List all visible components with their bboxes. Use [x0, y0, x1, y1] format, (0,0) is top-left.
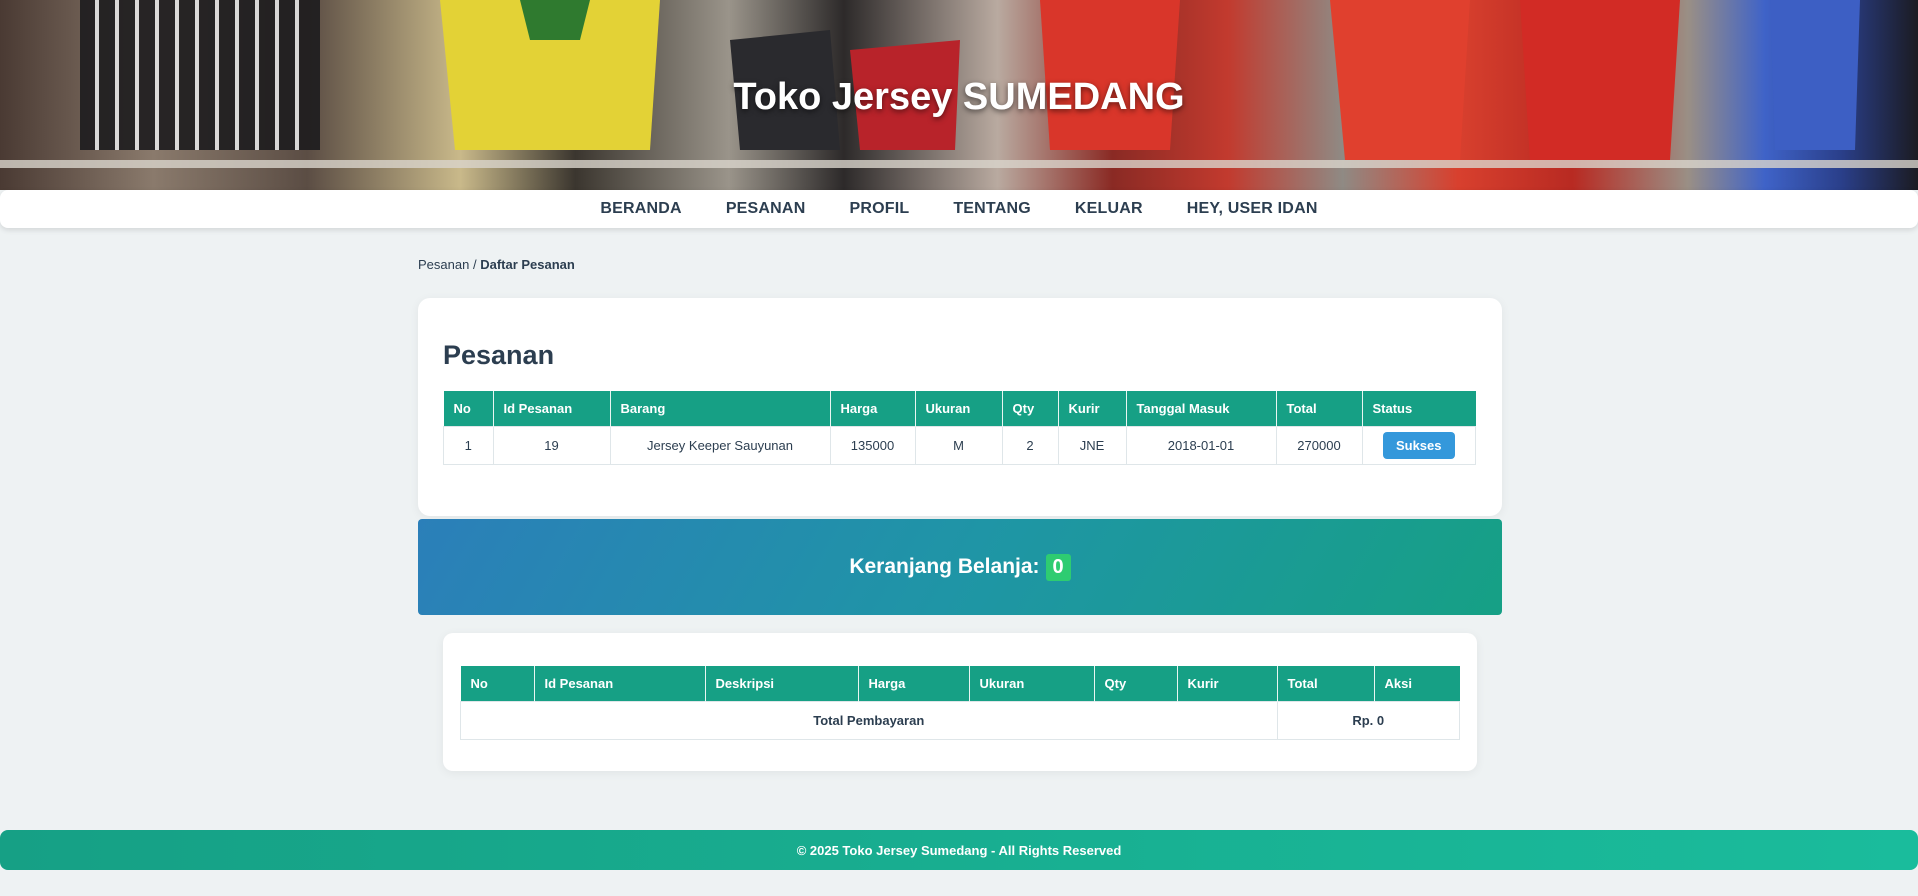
- col-qty: Qty: [1002, 391, 1059, 427]
- hero-banner: Toko Jersey SUMEDANG: [0, 0, 1918, 190]
- cart-header-row: No Id Pesanan Deskripsi Harga Ukuran Qty…: [460, 666, 1460, 702]
- nav-keluar[interactable]: KELUAR: [1053, 200, 1165, 218]
- orders-card: Pesanan No Id Pesanan Barang Harga Ukura…: [418, 298, 1502, 516]
- footer-copyright: © 2025 Toko Jersey Sumedang - All Rights…: [796, 842, 1122, 858]
- status-sukses-button[interactable]: Sukses: [1382, 432, 1455, 459]
- cart-col-total: Total: [1277, 666, 1375, 702]
- col-ukuran: Ukuran: [915, 391, 1003, 427]
- cart-count-badge: 0: [1045, 553, 1071, 581]
- col-id-pesanan: Id Pesanan: [493, 391, 611, 427]
- breadcrumb-pesanan[interactable]: Pesanan: [418, 257, 469, 272]
- cell-status: Sukses: [1361, 426, 1476, 465]
- cell-no: 1: [443, 426, 494, 465]
- footer: © 2025 Toko Jersey Sumedang - All Rights…: [0, 830, 1918, 870]
- col-total: Total: [1276, 391, 1363, 427]
- cart-col-qty: Qty: [1094, 666, 1178, 702]
- col-kurir: Kurir: [1058, 391, 1127, 427]
- col-barang: Barang: [610, 391, 831, 427]
- orders-header-row: No Id Pesanan Barang Harga Ukuran Qty Ku…: [443, 391, 1476, 427]
- cell-kurir: JNE: [1057, 426, 1127, 465]
- nav-profil[interactable]: PROFIL: [827, 200, 931, 218]
- page-title: Pesanan: [443, 340, 555, 370]
- cart-label: Keranjang Belanja:: [849, 555, 1040, 578]
- main-navbar: BERANDA PESANAN PROFIL TENTANG KELUAR HE…: [0, 190, 1918, 228]
- cart-col-ukuran: Ukuran: [969, 666, 1095, 702]
- nav-tentang[interactable]: TENTANG: [931, 200, 1053, 218]
- cart-banner: Keranjang Belanja: 0: [418, 519, 1502, 615]
- site-title: Toko Jersey SUMEDANG: [733, 76, 1185, 118]
- cart-col-id-pesanan: Id Pesanan: [534, 666, 706, 702]
- cart-col-kurir: Kurir: [1177, 666, 1278, 702]
- cart-col-aksi: Aksi: [1374, 666, 1460, 702]
- cell-barang: Jersey Keeper Sauyunan: [609, 426, 831, 465]
- orders-table: No Id Pesanan Barang Harga Ukuran Qty Ku…: [443, 391, 1476, 465]
- cell-ukuran: M: [914, 426, 1003, 465]
- total-pembayaran-value: Rp. 0: [1276, 701, 1460, 740]
- cart-col-harga: Harga: [858, 666, 970, 702]
- breadcrumb-current: Daftar Pesanan: [480, 257, 575, 272]
- col-tanggal-masuk: Tanggal Masuk: [1126, 391, 1277, 427]
- col-harga: Harga: [830, 391, 916, 427]
- total-row: Total Pembayaran Rp. 0: [460, 701, 1460, 740]
- cart-col-no: No: [460, 666, 535, 702]
- cell-harga: 135000: [829, 426, 916, 465]
- cell-total: 270000: [1275, 426, 1363, 465]
- total-pembayaran-label: Total Pembayaran: [460, 701, 1278, 740]
- col-status: Status: [1362, 391, 1476, 427]
- cell-tanggal: 2018-01-01: [1125, 426, 1277, 465]
- cart-table: No Id Pesanan Deskripsi Harga Ukuran Qty…: [460, 666, 1460, 740]
- nav-pesanan[interactable]: PESANAN: [704, 200, 828, 218]
- cell-qty: 2: [1001, 426, 1059, 465]
- nav-beranda[interactable]: BERANDA: [578, 200, 703, 218]
- cart-card: No Id Pesanan Deskripsi Harga Ukuran Qty…: [443, 633, 1477, 771]
- table-row: 1 19 Jersey Keeper Sauyunan 135000 M 2 J…: [443, 426, 1476, 465]
- col-no: No: [443, 391, 494, 427]
- nav-user-greeting[interactable]: HEY, USER IDAN: [1165, 200, 1340, 218]
- breadcrumb-separator: /: [472, 257, 477, 272]
- cell-id-pesanan: 19: [492, 426, 611, 465]
- breadcrumb: Pesanan / Daftar Pesanan: [418, 257, 575, 272]
- cart-col-deskripsi: Deskripsi: [705, 666, 859, 702]
